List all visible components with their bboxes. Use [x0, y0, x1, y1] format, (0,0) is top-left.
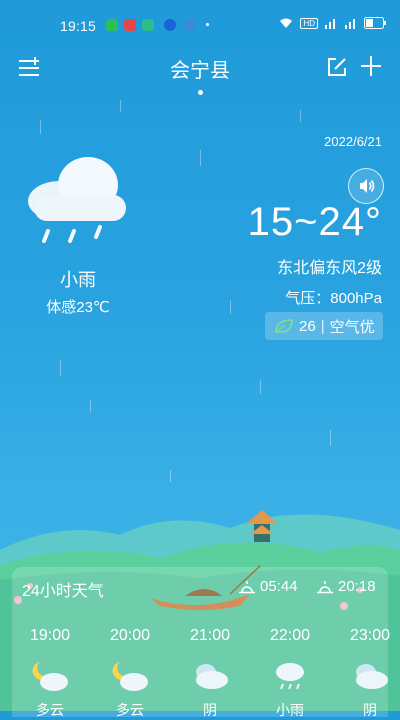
edit-icon[interactable]: [326, 56, 348, 78]
temperature-range: 15~24°: [247, 200, 382, 244]
leaf-icon: [275, 319, 293, 333]
plus-icon[interactable]: [360, 55, 382, 77]
aqi-value: 26: [299, 317, 316, 335]
condition-label: 小雨: [60, 270, 96, 290]
wechat-notification-icon: [106, 19, 118, 31]
cloudy-night-icon: [112, 662, 148, 691]
hour-condition: 小雨: [276, 702, 304, 718]
sunset-time: 20:18: [338, 578, 376, 595]
hour-time: 20:00: [109, 627, 151, 644]
light-rain-icon: [28, 157, 126, 243]
overcast-icon: [196, 664, 228, 689]
aqi-text: 空气优: [329, 318, 375, 336]
signal-icon: [325, 19, 335, 29]
light-rain-icon: [276, 663, 304, 690]
speaker-icon: [360, 179, 375, 193]
voice-broadcast-button[interactable]: [348, 168, 384, 204]
feels-like-label: 体感23℃: [46, 299, 110, 316]
sunrise-info: 05:44: [238, 578, 298, 595]
overcast-icon: [356, 664, 388, 689]
hour-time: 23:00: [349, 627, 391, 644]
sunrise-time: 05:44: [260, 578, 298, 595]
hour-condition: 多云: [116, 702, 144, 718]
date-label: 2022/6/21: [324, 134, 382, 149]
status-bar: 19:15 HD: [0, 0, 400, 48]
status-time: 19:15: [60, 18, 97, 34]
hd-badge: HD: [300, 17, 318, 29]
sunset-info: 20:18: [316, 578, 376, 595]
aqi-badge[interactable]: 26 | 空气优: [265, 312, 383, 340]
more-notifications-icon: [206, 23, 209, 26]
wind-label: 东北偏东风2级: [277, 260, 382, 277]
status-indicators: HD: [278, 17, 386, 29]
message-notification-icon: [184, 19, 196, 31]
hour-condition: 多云: [36, 702, 64, 718]
hour-condition: 阴: [203, 702, 217, 718]
hour-time: 21:00: [189, 627, 231, 644]
browser-notification-icon: [164, 19, 176, 31]
app-notification-icon: [142, 19, 154, 31]
battery-icon: [364, 17, 386, 29]
video-notification-icon: [124, 19, 136, 31]
cloudy-night-icon: [32, 662, 68, 691]
pressure-label: 气压：800hPa: [285, 290, 382, 307]
signal-icon-2: [345, 19, 355, 29]
wifi-icon: [280, 18, 293, 28]
hour-time: 19:00: [29, 627, 71, 644]
hourly-title: 24小时天气: [22, 583, 104, 600]
sunset-icon: [317, 580, 333, 593]
page-indicator-dot: [198, 90, 203, 95]
hour-time: 22:00: [269, 627, 311, 644]
hour-condition: 阴: [363, 702, 377, 718]
sunrise-icon: [239, 580, 255, 593]
aqi-separator: |: [320, 317, 325, 335]
